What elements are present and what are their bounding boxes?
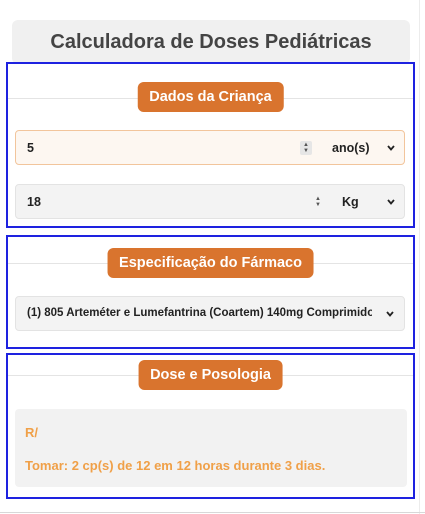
dosage-header: Dose e Posologia [138, 360, 283, 390]
drug-spec-section: Especificação do Fármaco (1) 805 Artemét… [6, 235, 415, 349]
page-right-edge [419, 0, 420, 514]
drug-spec-header: Especificação do Fármaco [107, 248, 314, 278]
spin-down-icon: ▼ [303, 148, 309, 154]
chevron-down-icon [387, 199, 395, 205]
chevron-down-icon [387, 145, 395, 151]
title-bar: Calculadora de Doses Pediátricas [12, 20, 410, 64]
spin-down-icon: ▼ [315, 202, 321, 208]
page-title: Calculadora de Doses Pediátricas [50, 30, 372, 53]
child-data-header: Dados da Criança [137, 82, 284, 112]
page-divider [0, 512, 425, 513]
prescription-symbol: R/ [25, 425, 38, 440]
weight-unit-select[interactable]: Kg [342, 195, 359, 209]
age-value: 5 [27, 140, 34, 155]
age-unit-label: ano(s) [332, 141, 370, 155]
dosage-instruction: Tomar: 2 cp(s) de 12 em 12 horas durante… [25, 458, 326, 473]
chevron-down-icon [386, 311, 394, 317]
weight-value: 18 [27, 194, 41, 209]
drug-select[interactable]: (1) 805 Arteméter e Lumefantrina (Coarte… [15, 296, 405, 331]
dosage-section: Dose e Posologia R/ Tomar: 2 cp(s) de 12… [6, 353, 415, 499]
weight-unit-label: Kg [342, 195, 359, 209]
child-data-section: Dados da Criança 5 ▲ ▼ ano(s) 18 ▲ ▼ Kg [6, 62, 415, 228]
dosage-result: R/ Tomar: 2 cp(s) de 12 em 12 horas dura… [15, 409, 407, 487]
age-spinner[interactable]: ▲ ▼ [300, 141, 312, 155]
age-unit-select[interactable]: ano(s) [332, 141, 370, 155]
drug-selected-value: (1) 805 Arteméter e Lumefantrina (Coarte… [27, 307, 372, 319]
weight-spinner[interactable]: ▲ ▼ [312, 195, 324, 209]
